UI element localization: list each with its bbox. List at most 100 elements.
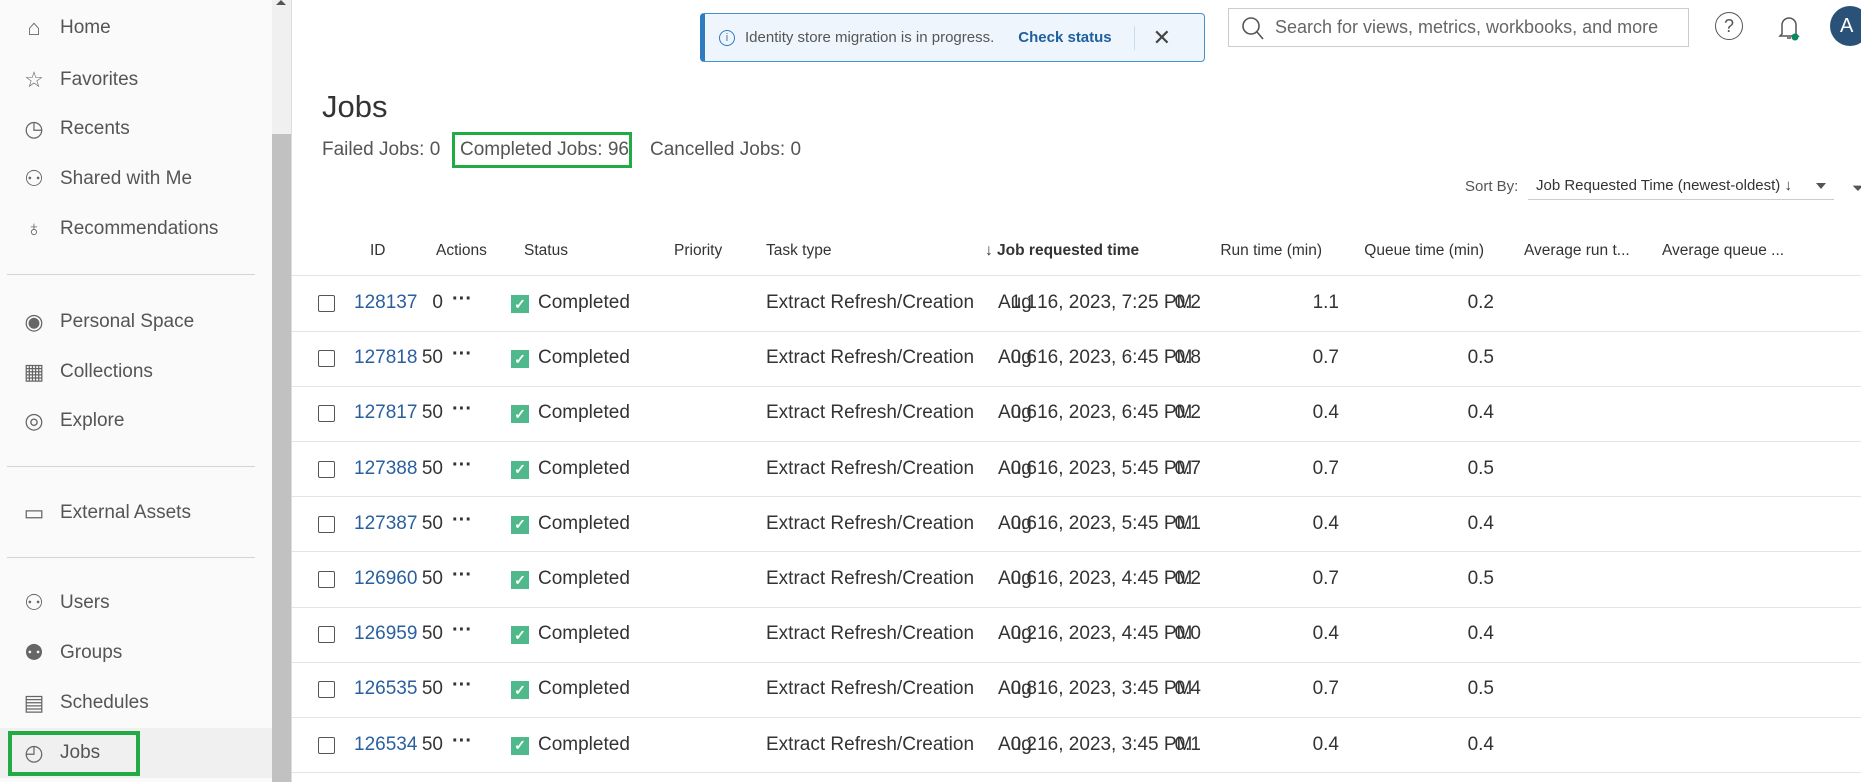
average-queue-time: 0.5 xyxy=(1467,678,1494,700)
priority-value: 50 xyxy=(421,457,443,479)
priority-value: 50 xyxy=(421,402,443,424)
more-actions-icon[interactable]: ··· xyxy=(452,509,472,532)
sidebar-item-recommendations[interactable]: ♁ Recommendations xyxy=(0,204,272,254)
search-icon xyxy=(1242,16,1264,40)
completed-check-icon: ✓ xyxy=(511,295,529,313)
col-job-requested-time[interactable]: ↓ Job requested time xyxy=(985,242,1139,260)
row-checkbox[interactable] xyxy=(318,681,335,699)
chevron-down-icon xyxy=(1816,183,1826,189)
col-run-time[interactable]: Run time (min) xyxy=(1220,242,1322,260)
sidebar-item-label: Favorites xyxy=(60,69,139,90)
average-queue-time: 0.5 xyxy=(1467,568,1494,589)
completed-check-icon: ✓ xyxy=(511,736,529,755)
sidebar-item-recents[interactable]: ◷ Recents xyxy=(0,104,272,154)
search-box[interactable] xyxy=(1228,8,1689,47)
cancelled-jobs-count[interactable]: Cancelled Jobs: 0 xyxy=(650,139,801,161)
average-run-time: 0.4 xyxy=(1312,512,1339,534)
task-type: Extract Refresh/Creation xyxy=(766,733,975,755)
job-id-link[interactable]: 127388 xyxy=(354,458,417,480)
job-id-link[interactable]: 128137 xyxy=(354,292,417,314)
col-id[interactable]: ID xyxy=(370,242,386,260)
status-text: Completed xyxy=(538,623,630,645)
job-id-link[interactable]: 126960 xyxy=(354,568,417,590)
task-type: Extract Refresh/Creation xyxy=(766,457,975,479)
run-time: 0.8 xyxy=(1010,678,1037,700)
status-text: Completed xyxy=(538,457,630,479)
completed-check-icon: ✓ xyxy=(511,571,529,589)
migration-banner: i Identity store migration is in progres… xyxy=(700,13,1205,62)
sidebar-item-label: Shared with Me xyxy=(60,168,193,189)
average-queue-time: 0.5 xyxy=(1467,347,1494,369)
task-type: Extract Refresh/Creation xyxy=(766,678,975,700)
table-row: 126534 ··· ✓ Completed 50 Extract Refres… xyxy=(0,718,1569,773)
sidebar-item-shared-with-me[interactable]: ⚇ Shared with Me xyxy=(0,154,272,204)
help-icon[interactable]: ? xyxy=(1715,12,1743,40)
job-id-link[interactable]: 126534 xyxy=(354,734,417,756)
col-average-queue-time[interactable]: Average queue ... xyxy=(1662,242,1784,260)
info-icon: i xyxy=(719,29,735,46)
close-icon[interactable]: ✕ xyxy=(1153,25,1171,51)
job-id-link[interactable]: 127818 xyxy=(354,347,417,369)
shared-users-icon: ⚇ xyxy=(24,166,44,191)
average-queue-time: 0.2 xyxy=(1467,292,1494,313)
run-time: 0.6 xyxy=(1010,568,1037,589)
job-id-link[interactable]: 127387 xyxy=(354,513,417,535)
row-checkbox[interactable] xyxy=(318,515,335,533)
sort-by-label: Sort By: xyxy=(1465,178,1519,195)
more-actions-icon[interactable]: ··· xyxy=(452,730,472,753)
scroll-up-arrow-icon[interactable] xyxy=(276,0,286,5)
more-actions-icon[interactable]: ··· xyxy=(452,288,472,311)
average-run-time: 0.7 xyxy=(1312,457,1339,479)
completed-check-icon: ✓ xyxy=(511,405,529,424)
average-run-time: 0.7 xyxy=(1312,347,1339,369)
banner-separator xyxy=(1133,25,1135,50)
col-average-run-time[interactable]: Average run t... xyxy=(1524,242,1630,260)
queue-time: 0.0 xyxy=(1174,623,1201,645)
sidebar-item-home[interactable]: ⌂ Home xyxy=(0,3,272,53)
completed-check-icon: ✓ xyxy=(511,626,529,645)
average-queue-time: 0.5 xyxy=(1467,457,1494,479)
row-checkbox[interactable] xyxy=(318,736,335,754)
table-row: 128137 ··· ✓ Completed 0 Extract Refresh… xyxy=(0,276,1569,331)
more-actions-icon[interactable]: ··· xyxy=(452,454,472,477)
col-status[interactable]: Status xyxy=(524,242,568,260)
banner-message: Identity store migration is in progress. xyxy=(745,29,995,46)
more-actions-icon[interactable]: ··· xyxy=(452,619,472,642)
failed-jobs-count[interactable]: Failed Jobs: 0 xyxy=(322,139,440,161)
avatar[interactable]: A xyxy=(1830,6,1861,46)
task-type: Extract Refresh/Creation xyxy=(766,623,975,645)
job-id-link[interactable]: 126535 xyxy=(354,678,417,700)
priority-value: 50 xyxy=(421,347,443,369)
col-task-type[interactable]: Task type xyxy=(766,242,831,260)
sidebar-item-favorites[interactable]: ☆ Favorites xyxy=(0,55,272,105)
more-actions-icon[interactable]: ··· xyxy=(452,398,472,421)
run-time: 0.2 xyxy=(1010,623,1037,645)
table-row: 126960 ··· ✓ Completed 50 Extract Refres… xyxy=(0,552,1569,607)
search-input[interactable] xyxy=(1275,17,1675,38)
more-actions-icon[interactable]: ··· xyxy=(452,674,472,697)
table-row: 127817 ··· ✓ Completed 50 Extract Refres… xyxy=(0,386,1569,441)
filter-icon[interactable]: ⏷ xyxy=(1852,180,1861,197)
run-time: 0.2 xyxy=(1010,733,1037,755)
row-checkbox[interactable] xyxy=(318,295,335,312)
check-status-link[interactable]: Check status xyxy=(1018,29,1111,46)
job-id-link[interactable]: 127817 xyxy=(354,402,417,424)
col-actions: Actions xyxy=(436,242,487,259)
col-queue-time[interactable]: Queue time (min) xyxy=(1364,242,1484,260)
sort-select[interactable]: Job Requested Time (newest-oldest) ↓ xyxy=(1528,172,1834,200)
notification-bell-icon[interactable] xyxy=(1776,12,1802,42)
average-queue-time: 0.4 xyxy=(1467,402,1494,424)
average-queue-time: 0.4 xyxy=(1467,512,1494,534)
run-time: 0.6 xyxy=(1010,457,1037,479)
row-checkbox[interactable] xyxy=(318,350,335,368)
job-id-link[interactable]: 126959 xyxy=(354,623,417,645)
row-checkbox[interactable] xyxy=(318,405,335,423)
queue-time: 0.2 xyxy=(1174,568,1201,589)
col-priority[interactable]: Priority xyxy=(674,242,722,260)
task-type: Extract Refresh/Creation xyxy=(766,568,975,589)
more-actions-icon[interactable]: ··· xyxy=(452,564,472,587)
more-actions-icon[interactable]: ··· xyxy=(452,343,472,366)
row-checkbox[interactable] xyxy=(318,460,335,478)
row-checkbox[interactable] xyxy=(318,626,335,644)
row-checkbox[interactable] xyxy=(318,571,335,588)
